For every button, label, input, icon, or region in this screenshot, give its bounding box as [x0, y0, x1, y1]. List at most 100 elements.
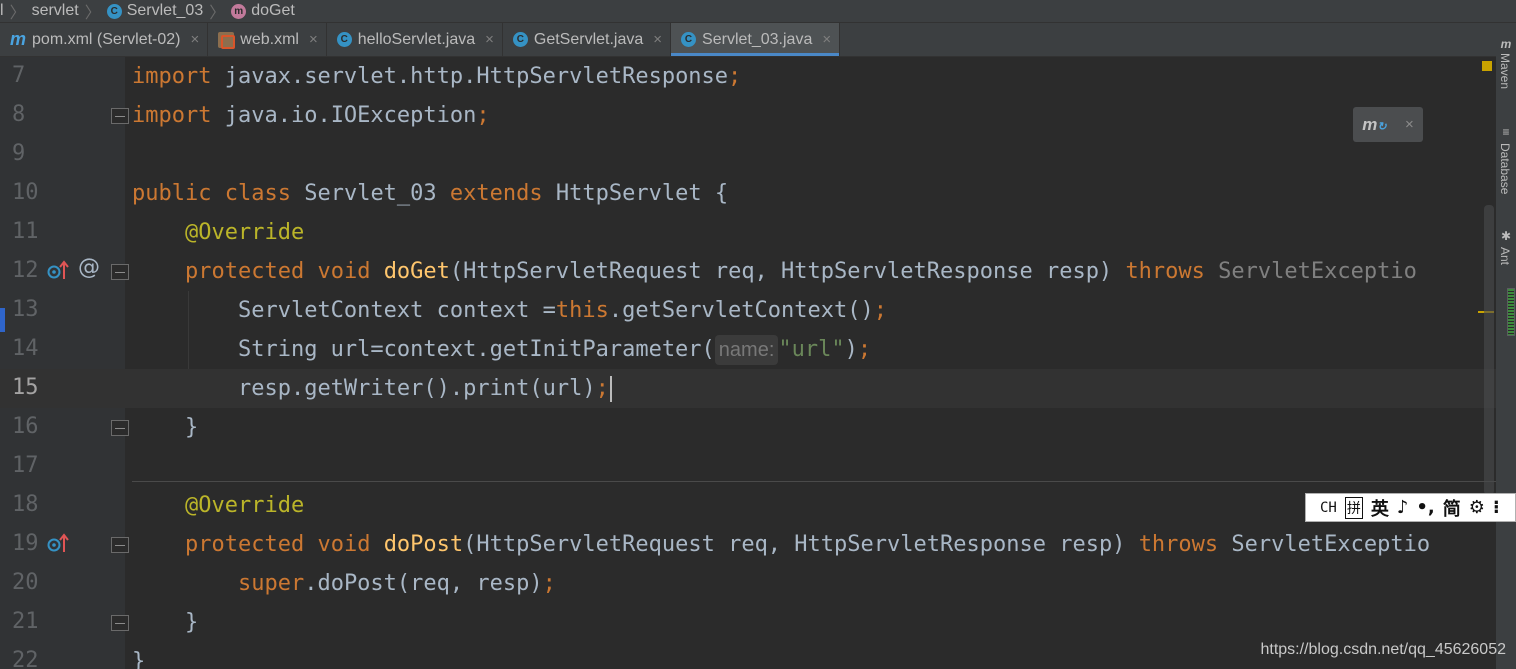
- ant-icon[interactable]: ✱: [1499, 229, 1513, 243]
- text-caret: [609, 376, 612, 402]
- exception-name: ServletExceptio: [1204, 259, 1417, 284]
- ime-more-icon[interactable]: ⁝: [1493, 497, 1500, 518]
- semicolon: ;: [595, 376, 609, 401]
- code-text: HttpServlet {: [542, 181, 729, 206]
- gutter-line[interactable]: 16: [0, 408, 129, 447]
- ant-tool-label[interactable]: Ant: [1498, 247, 1512, 265]
- ime-settings-icon[interactable]: ⚙: [1469, 497, 1485, 518]
- line-number: 14: [12, 336, 39, 361]
- tab-web-xml[interactable]: web.xml ×: [208, 23, 327, 56]
- database-tool-label[interactable]: Database: [1498, 143, 1512, 194]
- maven-reload-popup: m↻ ×: [1353, 107, 1423, 142]
- code-line[interactable]: ServletContext context =this.getServletC…: [125, 291, 1496, 330]
- breadcrumb-label: servlet: [31, 2, 79, 19]
- close-icon[interactable]: ×: [1405, 116, 1414, 133]
- maven-icon: m: [10, 29, 27, 49]
- gutter-line[interactable]: 8: [0, 96, 129, 135]
- gutter-line[interactable]: 10: [0, 174, 125, 213]
- code-text: String url=context.getInitParameter(: [237, 337, 715, 362]
- keyword: void: [317, 532, 371, 557]
- ime-punctuation-icon[interactable]: •,: [1416, 497, 1434, 518]
- code-line[interactable]: import javax.servlet.http.HttpServletRes…: [125, 57, 1496, 96]
- tab-label: helloServlet.java: [357, 30, 476, 48]
- code-line[interactable]: import java.io.IOException;: [125, 96, 1496, 135]
- code-line[interactable]: protected void doPost(HttpServletRequest…: [125, 525, 1496, 564]
- keyword: class: [224, 181, 291, 206]
- code-line-current[interactable]: resp.getWriter().print(url);: [125, 369, 1496, 408]
- ime-halfwidth-icon[interactable]: ♪: [1397, 497, 1409, 518]
- code-editor[interactable]: import javax.servlet.http.HttpServletRes…: [125, 57, 1496, 669]
- breadcrumb-separator: 〉: [9, 5, 26, 22]
- line-number: 18: [12, 492, 39, 517]
- gutter-line[interactable]: 13: [0, 291, 125, 330]
- keyword: this: [555, 298, 609, 323]
- gutter-line-current[interactable]: 15: [0, 369, 125, 408]
- class-icon: C: [512, 32, 528, 47]
- gutter-line[interactable]: 9: [0, 135, 125, 174]
- line-number: 9: [12, 141, 26, 166]
- line-number: 21: [12, 609, 39, 634]
- method-name: doGet: [383, 259, 450, 284]
- right-tool-strip: m Maven ≡ Database ✱ Ant: [1496, 23, 1516, 669]
- close-icon[interactable]: ×: [191, 31, 200, 48]
- tab-helloservlet-java[interactable]: C helloServlet.java ×: [327, 23, 503, 56]
- code-line[interactable]: [125, 135, 1496, 174]
- close-icon[interactable]: ×: [653, 31, 662, 48]
- semicolon: ;: [857, 337, 872, 362]
- overrides-method-icon[interactable]: [47, 532, 69, 554]
- gutter-line[interactable]: 22: [0, 642, 125, 669]
- keyword: protected: [184, 532, 305, 557]
- gutter-line[interactable]: 19: [0, 525, 129, 564]
- tab-label: pom.xml (Servlet-02): [32, 30, 181, 48]
- maven-tool-label[interactable]: Maven: [1498, 53, 1512, 89]
- code-line[interactable]: public class Servlet_03 extends HttpServ…: [125, 174, 1496, 213]
- line-number: 20: [12, 570, 39, 595]
- maven-reload-icon[interactable]: m↻: [1362, 115, 1386, 135]
- semicolon: ;: [728, 64, 742, 89]
- gutter-line[interactable]: 17: [0, 447, 125, 486]
- keyword: protected: [184, 259, 305, 284]
- close-icon[interactable]: ×: [485, 31, 494, 48]
- gutter-line[interactable]: 14: [0, 330, 125, 369]
- class-name: Servlet_03: [290, 181, 450, 206]
- code-text: javax.servlet.http.HttpServletResponse: [211, 64, 729, 89]
- keyword: throws: [1125, 259, 1205, 284]
- tab-pom-xml[interactable]: m pom.xml (Servlet-02) ×: [0, 23, 209, 56]
- overrides-method-icon[interactable]: [47, 259, 69, 281]
- code-line[interactable]: @Override: [125, 486, 1496, 525]
- at-annotation-icon[interactable]: @: [78, 255, 100, 280]
- gutter-line[interactable]: 18: [0, 486, 125, 525]
- warning-marker-icon[interactable]: [1482, 61, 1492, 71]
- code-line[interactable]: }: [125, 408, 1496, 447]
- database-icon[interactable]: ≡: [1499, 125, 1513, 139]
- vertical-scrollbar[interactable]: [1484, 205, 1494, 495]
- gutter-line[interactable]: 11: [0, 213, 125, 252]
- tab-getservlet-java[interactable]: C GetServlet.java ×: [503, 23, 672, 56]
- breadcrumb-item-method[interactable]: m doGet: [231, 2, 295, 20]
- tab-servlet03-java[interactable]: C Servlet_03.java ×: [671, 23, 841, 56]
- breadcrumb-item-package[interactable]: servlet: [32, 2, 79, 20]
- closing-brace: }: [184, 415, 199, 440]
- ime-english-icon[interactable]: 英: [1371, 495, 1389, 521]
- keyword: import: [132, 64, 212, 89]
- gutter-line[interactable]: 12 @: [0, 252, 129, 291]
- code-line[interactable]: String url=context.getInitParameter(name…: [125, 330, 1496, 369]
- code-line[interactable]: @Override: [125, 213, 1496, 252]
- line-number: 12: [12, 258, 39, 283]
- gutter-line[interactable]: 21: [0, 603, 129, 642]
- ime-pinyin-icon[interactable]: 拼: [1344, 496, 1363, 519]
- gutter-line[interactable]: 20: [0, 564, 125, 603]
- keyword: super: [237, 571, 305, 596]
- breadcrumb-label: doGet: [251, 2, 295, 19]
- maven-tool-icon[interactable]: m: [1499, 37, 1513, 51]
- close-icon[interactable]: ×: [309, 31, 318, 48]
- breadcrumb-item-class[interactable]: C Servlet_03: [106, 2, 203, 20]
- close-icon[interactable]: ×: [822, 31, 831, 48]
- code-line[interactable]: protected void doGet(HttpServletRequest …: [125, 252, 1496, 291]
- line-number: 16: [12, 414, 39, 439]
- gutter-line[interactable]: 7: [0, 57, 125, 96]
- code-line[interactable]: }: [125, 603, 1496, 642]
- ime-language-indicator[interactable]: CH: [1320, 500, 1337, 516]
- ime-simplified-icon[interactable]: 简: [1443, 495, 1461, 521]
- code-line[interactable]: super.doPost(req, resp);: [125, 564, 1496, 603]
